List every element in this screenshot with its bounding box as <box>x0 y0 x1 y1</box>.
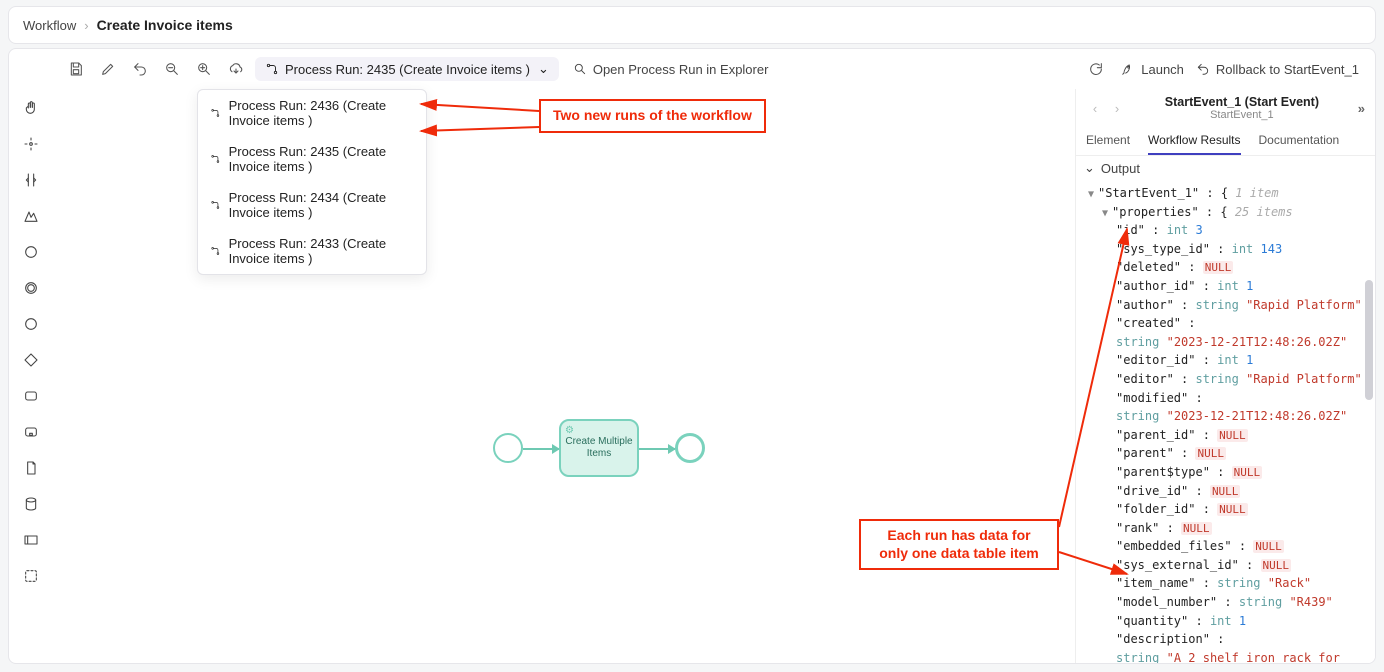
output-label: Output <box>1101 161 1140 176</box>
process-run-option[interactable]: Process Run: 2435 (Create Invoice items … <box>198 136 426 182</box>
end-event-tool[interactable] <box>20 313 42 335</box>
process-run-selector[interactable]: Process Run: 2435 (Create Invoice items … <box>255 57 559 81</box>
chevron-right-icon: › <box>84 18 88 33</box>
gear-icon: ⚙ <box>565 425 574 437</box>
process-run-option-label: Process Run: 2436 (Create Invoice items … <box>229 98 414 128</box>
tab-element[interactable]: Element <box>1086 127 1130 155</box>
group-tool[interactable] <box>20 565 42 587</box>
cloud-download-button[interactable] <box>223 56 249 82</box>
tab-documentation[interactable]: Documentation <box>1259 127 1340 155</box>
process-run-option-label: Process Run: 2435 (Create Invoice items … <box>229 144 414 174</box>
flow-icon <box>210 152 221 166</box>
panel-title: StartEvent_1 (Start Event) <box>1132 95 1352 109</box>
chevron-down-icon: ⌄ <box>538 61 549 77</box>
data-store-tool[interactable] <box>20 493 42 515</box>
tab-workflow-results[interactable]: Workflow Results <box>1148 127 1240 155</box>
flow-icon <box>210 244 221 258</box>
next-element-button[interactable]: › <box>1108 101 1126 116</box>
process-run-option[interactable]: Process Run: 2433 (Create Invoice items … <box>198 228 426 274</box>
flow-icon <box>210 198 221 212</box>
edit-button[interactable] <box>95 56 121 82</box>
process-run-option-label: Process Run: 2434 (Create Invoice items … <box>229 190 414 220</box>
subprocess-tool[interactable] <box>20 421 42 443</box>
pool-tool[interactable] <box>20 529 42 551</box>
flow-icon <box>265 62 279 76</box>
chevron-down-icon: ⌄ <box>1084 160 1095 176</box>
properties-panel: ‹ › StartEvent_1 (Start Event) StartEven… <box>1075 89 1375 663</box>
rollback-label: Rollback to StartEvent_1 <box>1216 62 1359 77</box>
prev-element-button[interactable]: ‹ <box>1086 101 1104 116</box>
launch-label: Launch <box>1141 62 1184 77</box>
bpmn-sequence-flow[interactable] <box>639 448 675 450</box>
panel-subtitle: StartEvent_1 <box>1132 109 1352 121</box>
expand-panel-button[interactable]: » <box>1358 101 1365 116</box>
breadcrumb: Workflow › Create Invoice items <box>8 6 1376 44</box>
flow-icon <box>210 106 221 120</box>
gateway-tool[interactable] <box>20 349 42 371</box>
page-title: Create Invoice items <box>97 17 233 33</box>
hand-tool[interactable] <box>20 97 42 119</box>
data-object-tool[interactable] <box>20 457 42 479</box>
start-event-tool[interactable] <box>20 241 42 263</box>
connect-tool[interactable] <box>20 205 42 227</box>
refresh-button[interactable] <box>1083 56 1109 82</box>
open-in-explorer-link[interactable]: Open Process Run in Explorer <box>565 58 777 81</box>
undo-button[interactable] <box>127 56 153 82</box>
selected-run-label: Process Run: 2435 (Create Invoice items … <box>285 62 530 77</box>
bpmn-task[interactable]: ⚙ Create Multiple Items <box>559 419 639 477</box>
bpmn-diagram: ⚙ Create Multiple Items <box>493 419 705 477</box>
bpmn-task-label: Create Multiple Items <box>565 436 633 460</box>
process-run-option-label: Process Run: 2433 (Create Invoice items … <box>229 236 414 266</box>
task-tool[interactable] <box>20 385 42 407</box>
save-button[interactable] <box>63 56 89 82</box>
breadcrumb-root[interactable]: Workflow <box>23 18 76 33</box>
lasso-tool[interactable] <box>20 133 42 155</box>
search-icon <box>573 62 587 76</box>
open-in-explorer-label: Open Process Run in Explorer <box>593 62 769 77</box>
intermediate-event-tool[interactable] <box>20 277 42 299</box>
rocket-icon <box>1121 62 1135 76</box>
bpmn-sequence-flow[interactable] <box>523 448 559 450</box>
scrollbar[interactable] <box>1365 280 1373 400</box>
zoom-out-button[interactable] <box>159 56 185 82</box>
toolbar: Process Run: 2435 (Create Invoice items … <box>53 49 1375 89</box>
rollback-button[interactable]: Rollback to StartEvent_1 <box>1196 62 1359 77</box>
process-run-option[interactable]: Process Run: 2436 (Create Invoice items … <box>198 90 426 136</box>
output-section-header[interactable]: ⌄ Output <box>1076 156 1375 180</box>
space-tool[interactable] <box>20 169 42 191</box>
process-run-option[interactable]: Process Run: 2434 (Create Invoice items … <box>198 182 426 228</box>
launch-button[interactable]: Launch <box>1121 62 1184 77</box>
zoom-in-button[interactable] <box>191 56 217 82</box>
json-output-tree[interactable]: ▼"StartEvent_1" : { 1 item▼"properties" … <box>1076 180 1375 663</box>
process-run-dropdown: Process Run: 2436 (Create Invoice items … <box>197 89 427 275</box>
bpmn-start-event[interactable] <box>493 433 523 463</box>
bpmn-end-event[interactable] <box>675 433 705 463</box>
tool-palette <box>9 49 53 663</box>
rollback-icon <box>1196 62 1210 76</box>
